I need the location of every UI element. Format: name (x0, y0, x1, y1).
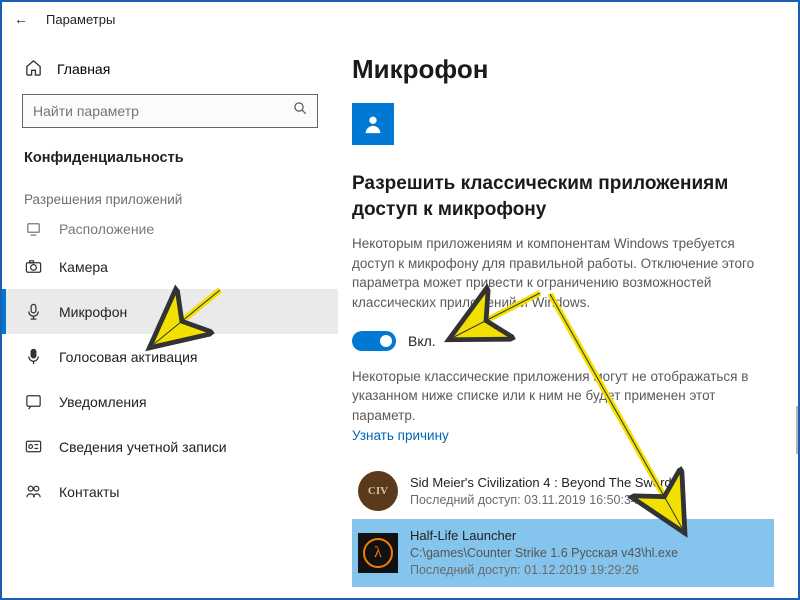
nav-label: Уведомления (59, 394, 147, 410)
sidebar-item-camera[interactable]: Камера (2, 244, 338, 289)
app-last-access: Последний доступ: 01.12.2019 19:29:26 (410, 562, 678, 579)
search-wrap (2, 94, 338, 146)
account-info-icon (24, 437, 43, 456)
sidebar-item-microphone[interactable]: Микрофон (2, 289, 338, 334)
allow-desktop-apps-toggle[interactable] (352, 331, 396, 351)
camera-icon (24, 257, 43, 276)
voice-activation-icon (24, 347, 43, 366)
toggle-label: Вкл. (408, 333, 436, 349)
app-name: Half-Life Launcher (410, 527, 678, 545)
sidebar-section-title: Конфиденциальность (2, 146, 338, 184)
content: Микрофон Разрешить классическим приложен… (338, 36, 798, 598)
app-icon-halflife: λ (358, 533, 398, 573)
app-meta: Half-Life Launcher C:\games\Counter Stri… (410, 527, 678, 578)
app-last-access: Последний доступ: 03.11.2019 16:50:34 (410, 492, 672, 509)
contacts-icon (24, 482, 43, 501)
nav-label: Голосовая активация (59, 349, 198, 365)
home-icon (24, 58, 43, 80)
toggle-row: Вкл. (352, 331, 774, 351)
note-text: Некоторые классические приложения могут … (352, 367, 774, 426)
nav-list: Расположение Камера Микрофон (2, 213, 338, 514)
app-path: C:\games\Counter Strike 1.6 Русская v43\… (410, 545, 678, 562)
nav-label: Камера (59, 259, 108, 275)
scrollbar[interactable] (796, 406, 798, 454)
app-list: CIV Sid Meier's Civilization 4 : Beyond … (352, 463, 774, 586)
titlebar: ← Параметры (2, 2, 798, 36)
sidebar-item-voice[interactable]: Голосовая активация (2, 334, 338, 379)
sidebar-item-location[interactable]: Расположение (2, 213, 338, 244)
location-icon (24, 219, 43, 238)
section-description: Некоторым приложениям и компонентам Wind… (352, 234, 774, 312)
section-heading: Разрешить классическим приложениям досту… (352, 171, 774, 222)
body: Главная Конфиденциальность Разрешения пр… (2, 36, 798, 598)
nav-label: Контакты (59, 484, 119, 500)
app-row-halflife[interactable]: λ Half-Life Launcher C:\games\Counter St… (352, 519, 774, 586)
page-title: Микрофон (352, 54, 774, 85)
user-avatar (352, 103, 394, 145)
search-input[interactable] (22, 94, 318, 128)
app-name: Sid Meier's Civilization 4 : Beyond The … (410, 474, 672, 492)
sidebar-home-label: Главная (57, 61, 110, 77)
search-icon (293, 101, 308, 121)
sidebar-item-notifications[interactable]: Уведомления (2, 379, 338, 424)
nav-label: Расположение (59, 221, 154, 237)
app-row-civ4[interactable]: CIV Sid Meier's Civilization 4 : Beyond … (352, 463, 774, 519)
sidebar-item-account[interactable]: Сведения учетной записи (2, 424, 338, 469)
sidebar: Главная Конфиденциальность Разрешения пр… (2, 36, 338, 598)
nav-label: Микрофон (59, 304, 127, 320)
sidebar-home[interactable]: Главная (2, 50, 338, 94)
window-title: Параметры (46, 12, 115, 27)
sidebar-subhead: Разрешения приложений (2, 184, 338, 213)
back-button[interactable]: ← (14, 11, 28, 27)
nav-label: Сведения учетной записи (59, 439, 227, 455)
notifications-icon (24, 392, 43, 411)
settings-window: ← Параметры Главная Конфиденциальность (0, 0, 800, 600)
app-icon-civ4: CIV (358, 471, 398, 511)
microphone-icon (24, 302, 43, 321)
app-meta: Sid Meier's Civilization 4 : Beyond The … (410, 474, 672, 508)
sidebar-item-contacts[interactable]: Контакты (2, 469, 338, 514)
learn-more-link[interactable]: Узнать причину (352, 428, 449, 443)
